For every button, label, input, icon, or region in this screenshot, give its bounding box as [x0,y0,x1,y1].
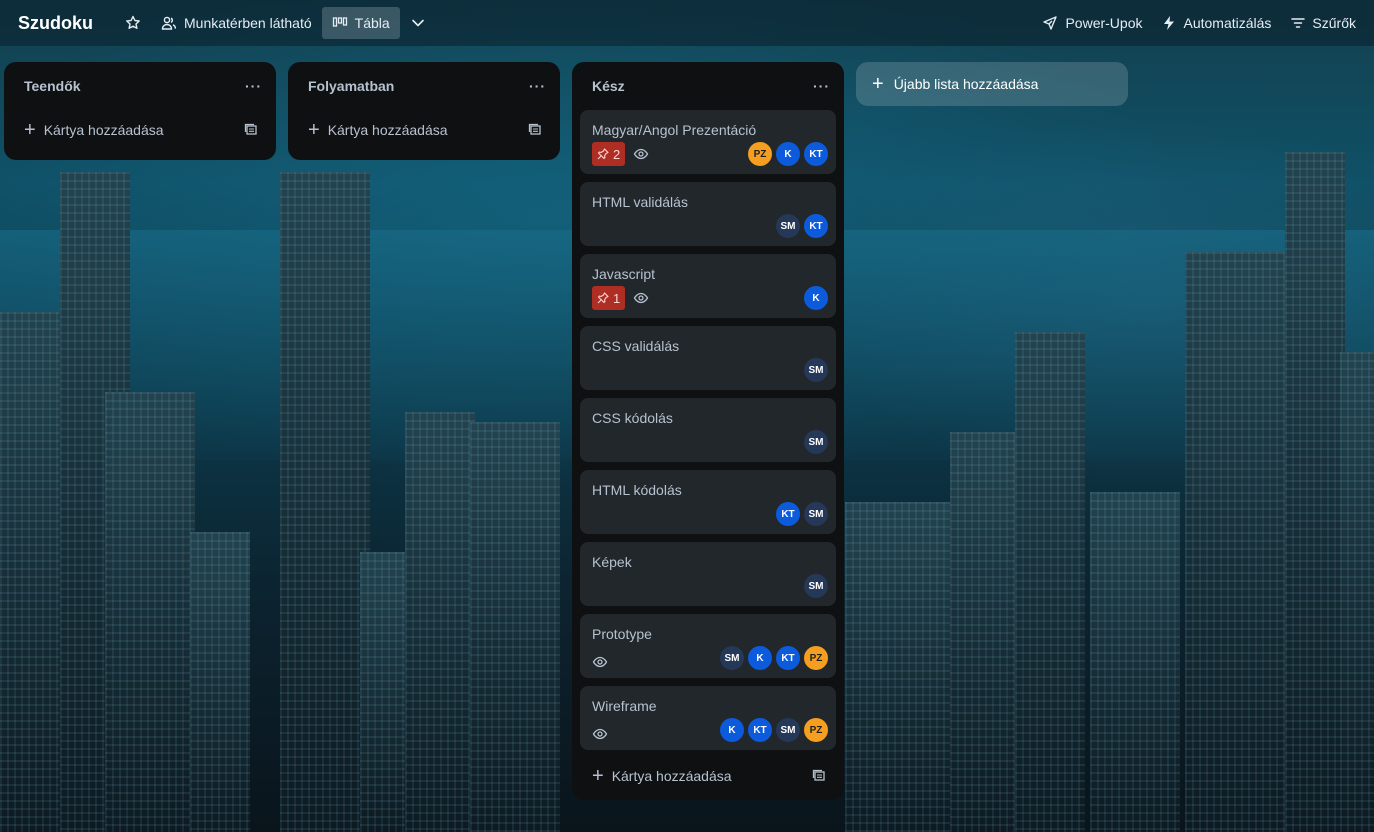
card-title: Képek [592,554,632,570]
list-menu-button[interactable]: ··· [813,78,830,94]
board-view-label: Tábla [354,15,390,31]
list-title[interactable]: Teendők [24,78,81,94]
card-title: CSS kódolás [592,410,673,426]
pin-icon [597,148,609,160]
checklist-badge: 2 [592,142,626,166]
list-teendok: Teendők ··· + Kártya hozzáadása [4,62,276,160]
lightning-icon [1162,15,1176,31]
automation-label: Automatizálás [1183,15,1272,31]
avatar[interactable]: SM [804,574,828,598]
card-title: Prototype [592,626,652,642]
card-title: HTML kódolás [592,482,682,498]
board-title[interactable]: Szudoku [18,13,93,34]
avatar[interactable]: KT [804,214,828,238]
add-card-label: Kártya hozzáadása [43,122,164,138]
avatar[interactable]: KT [748,718,772,742]
board-view-icon [332,15,348,31]
plus-icon: + [592,765,604,787]
filters-label: Szűrők [1312,15,1356,31]
card-javascript[interactable]: Javascript 1 K [580,254,836,318]
template-icon[interactable] [244,123,258,137]
list-menu-button[interactable]: ··· [529,78,546,94]
card-title: Magyar/Angol Prezentáció [592,122,757,138]
avatar[interactable]: SM [776,214,800,238]
people-icon [161,15,177,31]
view-switcher-button[interactable] [400,7,436,39]
list-menu-button[interactable]: ··· [245,78,262,94]
filter-icon [1291,16,1306,30]
add-list-button[interactable]: + Újabb lista hozzáadása [856,62,1128,106]
board-header: Szudoku Munkatérben látható Tábla Power-… [0,0,1374,46]
list-folyamatban: Folyamatban ··· + Kártya hozzáadása [288,62,560,160]
plus-icon: + [24,119,36,141]
avatar[interactable]: SM [804,502,828,526]
avatar[interactable]: K [748,646,772,670]
chevron-down-icon [410,15,426,31]
card-title: HTML validálás [592,194,688,210]
visibility-label: Munkatérben látható [184,15,312,31]
checklist-badge: 1 [592,286,626,310]
avatar[interactable]: SM [776,718,800,742]
card-title: CSS validálás [592,338,680,354]
card-kepek[interactable]: Képek SM [580,542,836,606]
card-html-validalas[interactable]: HTML validálás SM KT [580,182,836,246]
list-kesz: Kész ··· Magyar/Angol Prezentáció 2 PZ K… [572,62,844,800]
eye-icon [633,146,649,162]
plus-icon: + [308,119,320,141]
avatar[interactable]: K [804,286,828,310]
list-title[interactable]: Kész [592,78,625,94]
avatar[interactable]: KT [776,646,800,670]
avatar[interactable]: KT [776,502,800,526]
add-card-label: Kártya hozzáadása [611,768,732,784]
avatar[interactable]: SM [804,430,828,454]
card-wireframe[interactable]: Wireframe K KT SM PZ [580,686,836,750]
card-css-kodolas[interactable]: CSS kódolás SM [580,398,836,462]
avatar[interactable]: K [776,142,800,166]
visibility-button[interactable]: Munkatérben látható [151,7,322,39]
add-card-button[interactable]: + Kártya hozzáadása [8,112,272,148]
avatar[interactable]: SM [804,358,828,382]
eye-icon [592,726,608,742]
add-card-button[interactable]: + Kártya hozzáadása [576,758,840,794]
plus-icon: + [872,73,884,95]
avatar[interactable]: PZ [804,646,828,670]
avatar[interactable]: PZ [804,718,828,742]
template-icon[interactable] [528,123,542,137]
eye-icon [633,290,649,306]
card-css-validalas[interactable]: CSS validálás SM [580,326,836,390]
automation-button[interactable]: Automatizálás [1152,7,1281,39]
board-view-button[interactable]: Tábla [321,7,400,39]
avatar[interactable]: K [720,718,744,742]
avatar[interactable]: SM [720,646,744,670]
avatar[interactable]: KT [804,142,828,166]
pin-icon [597,292,609,304]
eye-icon [592,654,608,670]
avatar[interactable]: PZ [748,142,772,166]
filters-button[interactable]: Szűrők [1281,7,1366,39]
checklist-count: 2 [613,146,621,162]
powerups-button[interactable]: Power-Upok [1032,7,1152,39]
card-html-kodolas[interactable]: HTML kódolás KT SM [580,470,836,534]
add-list-label: Újabb lista hozzáadása [893,76,1039,92]
rocket-icon [1042,15,1058,31]
add-card-button[interactable]: + Kártya hozzáadása [292,112,556,148]
list-title[interactable]: Folyamatban [308,78,394,94]
powerups-label: Power-Upok [1065,15,1143,31]
card-title: Wireframe [592,698,657,714]
checklist-count: 1 [613,290,621,306]
add-card-label: Kártya hozzáadása [327,122,448,138]
card-prototype[interactable]: Prototype SM K KT PZ [580,614,836,678]
star-icon [125,15,141,31]
template-icon[interactable] [812,769,826,783]
star-button[interactable] [115,7,151,39]
card-title: Javascript [592,266,656,282]
card-magyar-angol-prezentacio[interactable]: Magyar/Angol Prezentáció 2 PZ K KT [580,110,836,174]
